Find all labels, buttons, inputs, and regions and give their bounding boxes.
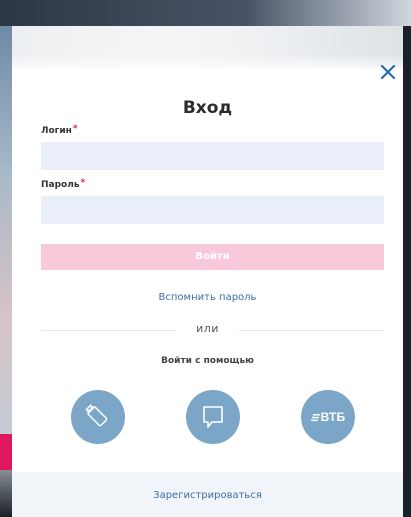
password-label: Пароль* xyxy=(41,178,86,190)
modal-header-fade xyxy=(12,54,403,74)
background-pink-accent xyxy=(0,434,12,470)
divider-or-text: или xyxy=(196,322,219,335)
password-label-text: Пароль xyxy=(41,180,80,190)
login-button[interactable]: Войти xyxy=(41,244,384,270)
forgot-password-link[interactable]: Вспомнить пароль xyxy=(12,292,403,303)
chat-bubble-icon xyxy=(200,404,226,430)
vtb-label: ВТБ xyxy=(320,410,346,424)
login-input[interactable] xyxy=(41,142,384,170)
required-mark: * xyxy=(80,178,86,188)
login-modal: Вход Логин* Пароль* Войти Вспомнить паро… xyxy=(12,26,403,517)
password-input[interactable] xyxy=(41,196,384,224)
login-label: Логин* xyxy=(41,124,78,136)
vtb-login-button[interactable]: ВТБ xyxy=(301,390,355,444)
usb-token-icon xyxy=(84,403,112,431)
login-via-label: Войти с помощью xyxy=(161,356,254,366)
background-header xyxy=(0,0,411,26)
required-mark: * xyxy=(72,124,78,134)
chat-login-button[interactable] xyxy=(186,390,240,444)
close-icon[interactable] xyxy=(379,63,397,81)
usb-token-login-button[interactable] xyxy=(71,390,125,444)
login-label-text: Логин xyxy=(41,126,72,136)
vtb-logo-icon: ВТБ xyxy=(310,410,346,424)
background-right-strip xyxy=(403,26,411,517)
register-link[interactable]: Зарегистрироваться xyxy=(12,490,403,501)
modal-title: Вход xyxy=(182,98,233,118)
